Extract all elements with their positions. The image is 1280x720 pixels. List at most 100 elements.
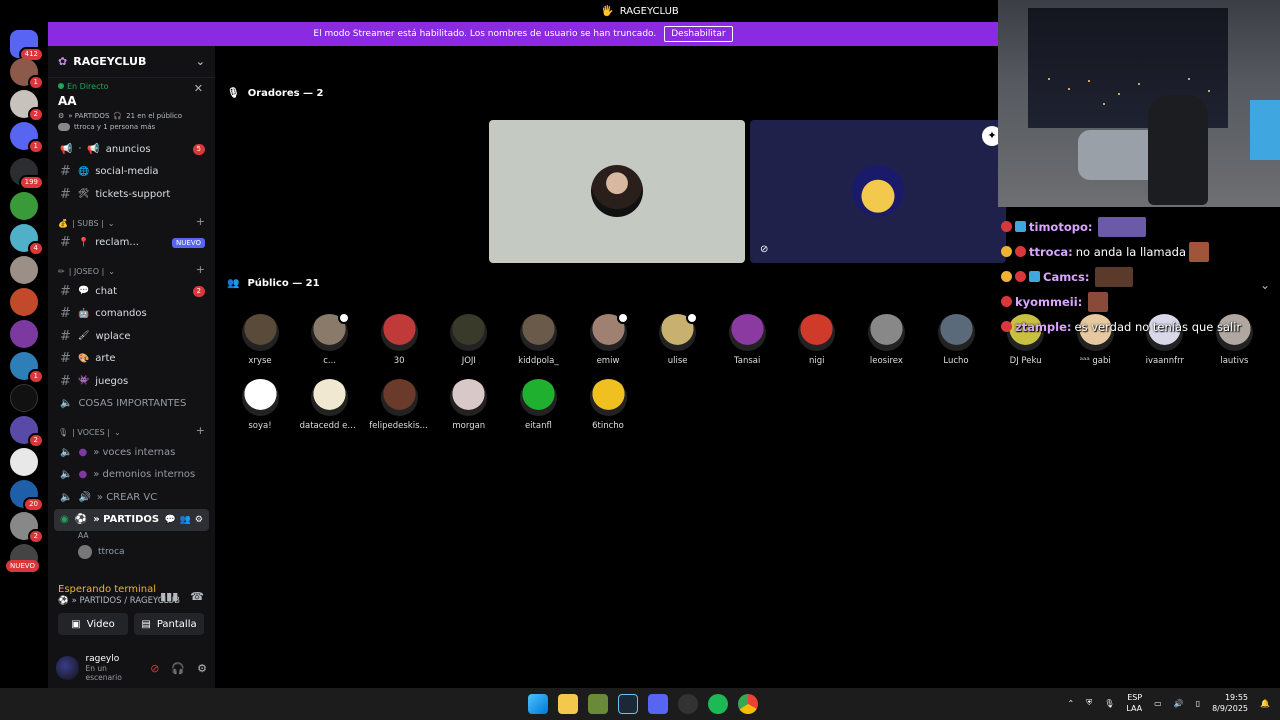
audience-member[interactable]: datacedd en ig [300,379,360,431]
server-icon[interactable] [10,448,38,476]
channel-tickets-support[interactable]: # 🛠 tickets-support [48,183,215,206]
audience-member[interactable]: Lucho [926,314,986,366]
file-explorer-icon[interactable] [558,694,578,714]
language-indicator[interactable]: ESP LAA [1126,692,1142,714]
server-icon-active[interactable]: 199 [10,158,44,190]
channel-social-media[interactable]: # 🌐 social-media [48,161,215,184]
server-icon[interactable]: 20 [10,480,44,512]
server-icon[interactable] [10,384,38,412]
volume-icon[interactable]: 🔊 [1174,699,1184,708]
disconnect-icon[interactable]: ☎ [190,590,204,603]
channel-juegos[interactable]: # 👾 juegos [48,370,215,393]
channel-label: » PARTIDOS [93,514,160,525]
microphone-icon[interactable]: 🎙 [1104,699,1114,708]
audience-member[interactable]: felipedeskisia... [369,379,429,431]
voice-user[interactable]: ttroca [48,541,215,563]
palette-icon: 🎨 [78,353,90,364]
chevron-down-icon[interactable]: ⌄ [1260,278,1270,292]
clock[interactable]: 19:55 8/9/2025 [1212,692,1248,714]
server-icon[interactable] [10,192,38,220]
channel-arte[interactable]: # 🎨 arte [48,348,215,371]
shield-icon[interactable]: ⛨ [1086,698,1092,708]
close-icon[interactable]: ✕ [194,82,203,95]
server-icon[interactable] [10,320,38,348]
speaker-tile[interactable] [489,120,745,263]
add-channel-icon[interactable]: + [196,263,205,276]
channel-chat[interactable]: # 💬 chat 2 [48,280,215,303]
audience-member[interactable]: emiw [578,312,638,366]
category-subs[interactable]: 💰 | SUBS | ⌄ + [48,206,215,232]
home-button[interactable]: 412 [10,30,44,62]
gear-icon[interactable]: ⚙ [197,662,207,675]
voice-channel-demonios-internos[interactable]: 🔈 ● » demonios internos [48,464,215,487]
server-icon[interactable]: 1 [10,122,44,154]
category-joseo[interactable]: ✏ | JOSEO | ⌄ + [48,254,215,280]
channel-reclam[interactable]: # 📍 reclam... NUEVO [48,232,215,255]
server-icon[interactable]: 1 [10,58,44,90]
notification-icon[interactable]: 🔔 [1260,699,1270,708]
chrome-icon[interactable] [738,694,758,714]
server-icon[interactable]: 2 [10,512,44,544]
server-icon[interactable] [10,288,38,316]
channel-wplace[interactable]: # 🖌 wplace [48,325,215,348]
channel-cosas-importantes[interactable]: 🔈 COSAS IMPORTANTES [48,393,215,416]
chat-message: ttroca: no anda la llamada [998,239,1280,264]
windows-start-icon[interactable] [528,694,548,714]
add-channel-icon[interactable]: + [196,424,205,437]
voice-channel-voces-internas[interactable]: 🔈 ● » voces internas [48,441,215,464]
category-voces[interactable]: 🎙 | VOCES | ⌄ + [48,415,215,441]
avatar [867,314,905,351]
voice-channel-crear-vc[interactable]: 🔈 🔊 » CREAR VC [48,486,215,509]
chat-icon[interactable]: 💬 [164,515,175,525]
lang-code: ESP [1127,693,1143,702]
server-icon[interactable]: 2 [10,90,44,122]
channel-anuncios[interactable]: 📢 · 📢 anuncios 5 [48,138,215,161]
server-header[interactable]: ✿ RAGEYCLUB ⌄ [48,46,215,78]
steam-icon[interactable] [618,694,638,714]
network-icon[interactable]: ▭ [1154,699,1162,708]
spotify-icon[interactable] [708,694,728,714]
app-icon[interactable] [588,694,608,714]
audience-member[interactable]: 30 [369,314,429,366]
stage-channel-partidos[interactable]: ◉ ⚽ » PARTIDOS 💬 👥 ⚙ [54,508,209,531]
audience-member[interactable]: xryse [230,314,290,366]
audience-member[interactable]: nigi [787,314,847,366]
speaker-tile[interactable]: ⊘ ✦ [750,120,1006,263]
channel-label: anuncios [105,143,151,155]
gear-icon[interactable]: ⚙ [195,515,203,525]
headphones-icon[interactable]: 🎧 [171,662,185,675]
obs-icon[interactable] [678,694,698,714]
server-icon[interactable] [10,256,38,284]
live-stage-card[interactable]: En Directo ✕ AA ⚙ » PARTIDOS 🎧 21 en el … [48,78,215,138]
waveform-icon[interactable]: ▮▮▮ [160,590,178,603]
user-info[interactable]: rageylo En un escenario [85,654,144,682]
audience-member[interactable]: Tansai [717,314,777,366]
avatar [380,314,418,351]
audience-member[interactable]: 6tincho [578,379,638,431]
avatar [519,379,557,416]
user-avatar[interactable] [56,656,80,680]
discord-icon[interactable] [648,694,668,714]
battery-icon[interactable]: ▯ [1196,699,1200,708]
audience-member[interactable]: JOJI [439,314,499,366]
audience-member[interactable]: c... [300,312,360,366]
audience-member[interactable]: leosirex [856,314,916,366]
audience-member[interactable]: soya! [230,379,290,431]
server-icon[interactable]: 1 [10,352,44,384]
screen-share-button[interactable]: ▤ Pantalla [134,613,204,635]
disable-streamer-button[interactable]: Deshabilitar [664,26,733,42]
video-button[interactable]: ▣ Video [58,613,128,635]
audience-member[interactable]: kiddpola_ [508,314,568,366]
chevron-up-icon[interactable]: ⌃ [1067,699,1074,708]
audience-member[interactable]: eitanfl [508,379,568,431]
mic-muted-icon[interactable]: ⊘ [150,662,159,675]
audience-member[interactable]: ulise [648,312,708,366]
add-channel-icon[interactable]: + [196,215,205,228]
channel-label: arte [95,353,116,365]
server-icon[interactable]: 4 [10,224,44,256]
audience-member[interactable]: morgan [439,379,499,431]
server-icon[interactable]: 2 [10,416,44,448]
invite-icon[interactable]: 👥 [180,515,191,525]
channel-comandos[interactable]: # 🤖 comandos [48,303,215,326]
badge-icon [1015,246,1026,257]
